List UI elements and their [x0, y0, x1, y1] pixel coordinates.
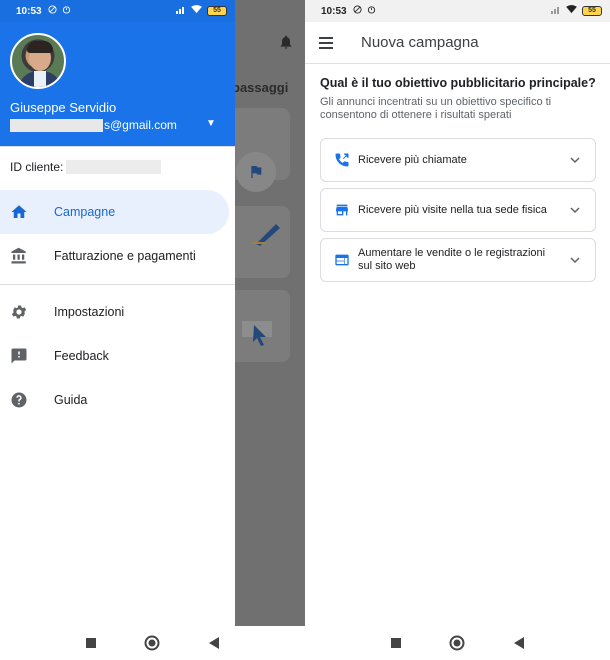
objective-option-visits[interactable]: Ricevere più visite nella tua sede fisic…: [320, 188, 596, 232]
option-label: Ricevere più visite nella tua sede fisic…: [358, 203, 547, 216]
recents-button[interactable]: [386, 633, 406, 653]
option-label: Ricevere più chiamate: [358, 153, 467, 166]
nav-item-label: Feedback: [54, 349, 109, 363]
web-icon: [333, 251, 351, 269]
status-bar: 10:53 55: [305, 0, 610, 22]
status-bar: 10:53 55: [0, 0, 235, 22]
question-subtitle: Gli annunci incentrati su un obiettivo s…: [320, 96, 552, 121]
back-button[interactable]: [509, 633, 529, 653]
alarm-icon: [367, 5, 376, 17]
alarm-icon: [62, 5, 71, 17]
battery-icon: 55: [207, 6, 227, 16]
system-nav-bar: [0, 626, 305, 660]
email-redaction: [10, 118, 103, 132]
client-id-label: ID cliente:: [10, 160, 64, 174]
nav-item-campagne[interactable]: Campagne: [0, 190, 229, 234]
nav-item-guida[interactable]: Guida: [0, 378, 229, 422]
app-bar: Nuova campagna: [305, 22, 610, 64]
option-label: Aumentare le vendite o le registrazioni …: [358, 247, 546, 272]
objective-option-calls[interactable]: Ricevere più chiamate: [320, 138, 596, 182]
user-email[interactable]: s@gmail.com: [10, 118, 177, 132]
home-icon: [10, 203, 28, 221]
client-id: ID cliente:: [10, 160, 162, 174]
nav-item-label: Campagne: [54, 205, 116, 219]
chevron-down-icon: [569, 153, 581, 165]
store-icon: [333, 201, 351, 219]
nav-item-label: Guida: [54, 393, 88, 407]
menu-icon[interactable]: [317, 34, 335, 52]
client-id-redaction: [66, 160, 162, 174]
left-screen: passaggi 10:53 55 Giuseppe Servidio s@gm…: [0, 0, 305, 660]
do-not-disturb-icon: [48, 5, 57, 17]
divider: [0, 146, 235, 147]
nav-item-feedback[interactable]: Feedback: [0, 334, 229, 378]
email-suffix: s@gmail.com: [104, 118, 177, 132]
help-icon: [10, 391, 28, 409]
right-screen: 10:53 55 Nuova campagna Qual è il tuo ob…: [305, 0, 610, 660]
bank-icon: [10, 247, 28, 265]
status-time: 10:53: [16, 5, 42, 17]
user-name: Giuseppe Servidio: [10, 100, 117, 115]
navigation-drawer: 10:53 55 Giuseppe Servidio s@gmail.com ▼…: [0, 0, 235, 626]
home-button[interactable]: [447, 633, 467, 653]
nav-item-impostazioni[interactable]: Impostazioni: [0, 290, 229, 334]
question-heading: Qual è il tuo obiettivo pubblicitario pr…: [320, 76, 596, 90]
nav-item-label: Fatturazione e pagamenti: [54, 249, 196, 263]
chevron-down-icon: [569, 203, 581, 215]
do-not-disturb-icon: [353, 5, 362, 17]
page-title: Nuova campagna: [361, 34, 479, 51]
recents-button[interactable]: [81, 633, 101, 653]
nav-item-fatturazione[interactable]: Fatturazione e pagamenti: [0, 234, 229, 278]
status-time: 10:53: [321, 5, 347, 17]
nav-item-label: Impostazioni: [54, 305, 125, 319]
wifi-icon: [191, 5, 202, 17]
chevron-down-icon: [569, 253, 581, 265]
account-dropdown-icon[interactable]: ▼: [206, 118, 216, 129]
back-button[interactable]: [204, 633, 224, 653]
system-nav-bar: [305, 626, 610, 660]
drawer-header: 10:53 55 Giuseppe Servidio s@gmail.com ▼: [0, 0, 235, 146]
home-button[interactable]: [142, 633, 162, 653]
phone-call-icon: [333, 151, 351, 169]
feedback-icon: [10, 347, 28, 365]
signal-icon: [176, 5, 186, 17]
objective-option-website[interactable]: Aumentare le vendite o le registrazioni …: [320, 238, 596, 282]
gear-icon: [10, 303, 28, 321]
signal-icon: [551, 5, 561, 17]
wifi-icon: [566, 5, 577, 17]
battery-icon: 55: [582, 6, 602, 16]
avatar[interactable]: [10, 33, 66, 89]
divider: [0, 284, 235, 285]
